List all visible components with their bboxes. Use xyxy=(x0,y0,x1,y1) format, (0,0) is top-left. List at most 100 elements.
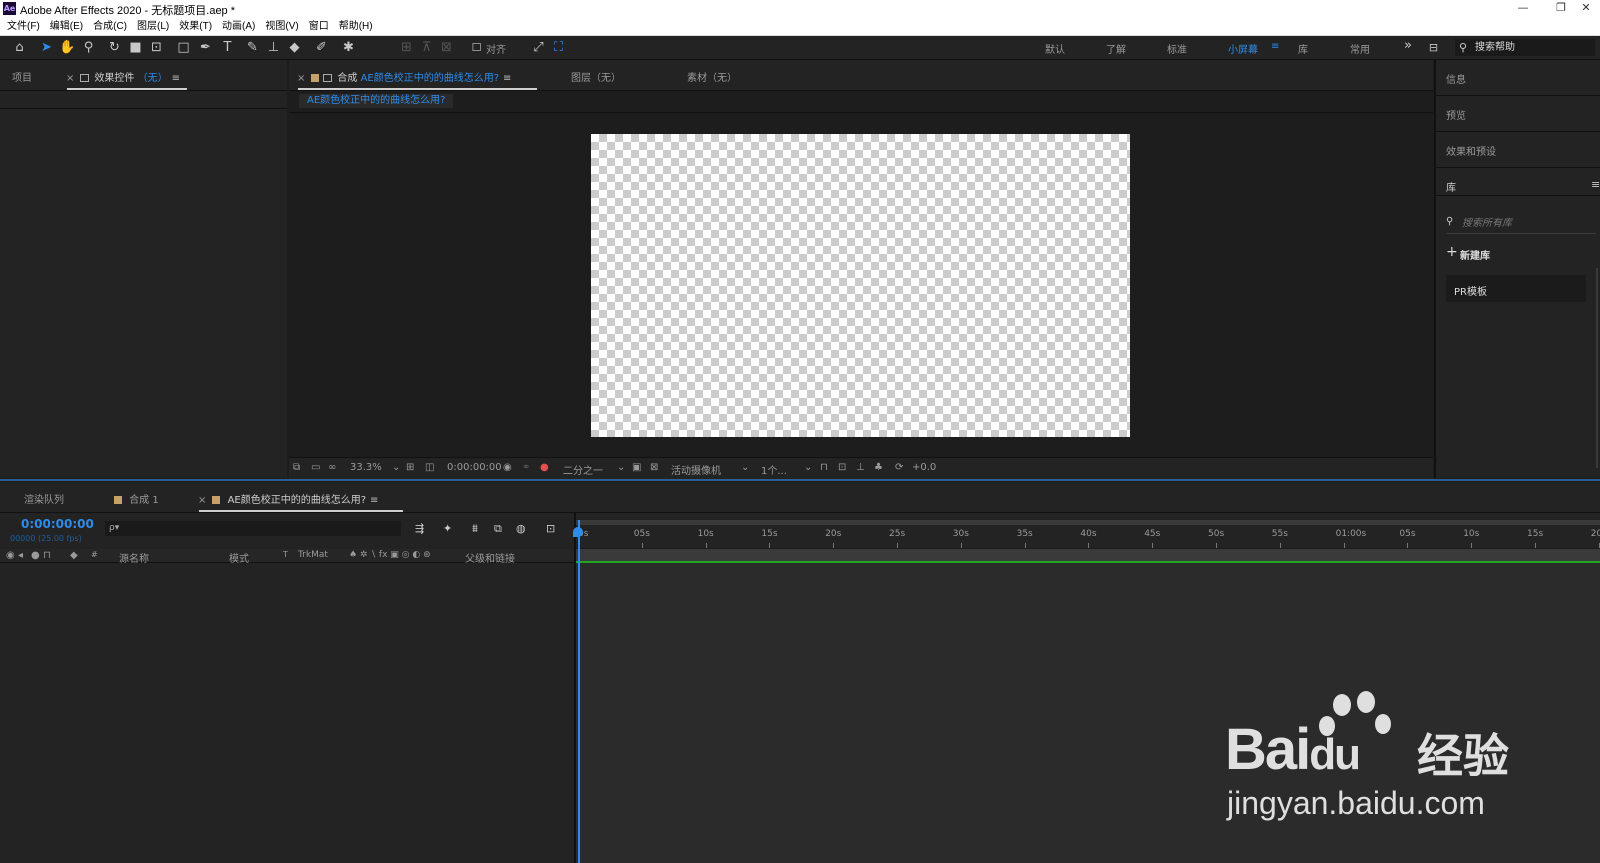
chevron-down-icon[interactable]: ⌄ xyxy=(392,462,400,473)
resolution-select[interactable]: 二分之一 xyxy=(563,462,603,477)
shy-layers-icon[interactable]: ⩩ xyxy=(472,522,478,536)
tab-effect-controls[interactable]: × 效果控件 （无） ≡ xyxy=(66,69,180,84)
layer-switches-icon[interactable]: ♠ ✲ ∖ fx ▣ ◎ ◐ ⊛ xyxy=(349,550,431,560)
video-visibility-icon[interactable]: ◉ xyxy=(6,550,15,561)
tab-layer[interactable]: 图层（无） xyxy=(571,69,621,84)
chevron-down-icon[interactable]: ⌄ xyxy=(741,462,749,473)
panel-menu-icon[interactable]: ≡ xyxy=(503,73,511,84)
label-column-icon[interactable]: ◆ xyxy=(70,550,78,561)
views-select[interactable]: 1个... xyxy=(761,462,787,477)
draft-3d-icon[interactable]: ✦ xyxy=(443,522,452,535)
fit-icon[interactable]: ⊞ xyxy=(406,462,414,473)
trkmat-header[interactable]: TrkMat xyxy=(298,550,328,560)
time-navigator-bar[interactable] xyxy=(576,520,1600,525)
channel-icon[interactable]: ● xyxy=(540,462,549,473)
work-area-bar[interactable] xyxy=(576,549,1600,563)
toggle-pixel-aspect-icon[interactable]: ⊓ xyxy=(820,462,828,473)
workspace-libraries[interactable]: 库 xyxy=(1298,41,1308,56)
workspace-standard[interactable]: 标准 xyxy=(1167,41,1187,56)
close-icon[interactable]: × xyxy=(297,73,305,84)
playhead[interactable] xyxy=(578,520,580,863)
puppet-tool-icon[interactable]: ✱ xyxy=(340,39,357,56)
menu-help[interactable]: 帮助(H) xyxy=(334,18,378,35)
close-icon[interactable]: × xyxy=(66,73,74,84)
lock-column-icon[interactable]: ⊓ xyxy=(43,550,51,561)
snap-edge-icon[interactable]: ⤢ xyxy=(530,39,547,56)
menu-layer[interactable]: 图层(L) xyxy=(132,18,174,35)
camera-select[interactable]: 活动摄像机 xyxy=(671,462,721,477)
transparency-grid-icon[interactable]: ⊠ xyxy=(650,462,658,473)
menu-animation[interactable]: 动画(A) xyxy=(217,18,260,35)
clone-stamp-tool-icon[interactable]: ⊥ xyxy=(265,39,282,56)
motion-blur-icon[interactable]: ◍ xyxy=(516,522,526,535)
tab-project[interactable]: 项目 xyxy=(12,69,32,84)
viewer-timecode[interactable]: 0:00:00:00 xyxy=(447,462,502,473)
workspace-learn[interactable]: 了解 xyxy=(1106,41,1126,56)
tab-render-queue[interactable]: 渲染队列 xyxy=(24,491,64,506)
close-icon[interactable]: × xyxy=(198,495,206,506)
minimize-button[interactable]: — xyxy=(1508,0,1538,18)
snap-checkbox[interactable]: ☐ xyxy=(468,39,485,56)
info-panel[interactable]: 信息 xyxy=(1436,60,1600,96)
tab-timeline-active[interactable]: × AE颜色校正中的的曲线怎么用? ≡ xyxy=(198,491,378,506)
workspace-small-screen[interactable]: 小屏幕 xyxy=(1228,41,1258,56)
menu-view[interactable]: 视图(V) xyxy=(260,18,303,35)
preview-panel[interactable]: 预览 xyxy=(1436,96,1600,132)
playhead-handle[interactable] xyxy=(573,527,583,537)
menu-edit[interactable]: 编辑(E) xyxy=(45,18,88,35)
close-button[interactable]: ✕ xyxy=(1572,0,1600,18)
lock-icon[interactable] xyxy=(323,74,333,82)
library-item[interactable]: PR模板 xyxy=(1446,275,1586,302)
rectangle-tool-icon[interactable]: □ xyxy=(175,39,192,56)
comp-breadcrumb[interactable]: AE颜色校正中的的曲线怎么用? xyxy=(299,94,454,108)
exposure-value[interactable]: +0.0 xyxy=(912,462,936,473)
brush-tool-icon[interactable]: ✎ xyxy=(244,39,261,56)
show-snapshot-icon[interactable]: ⚭ xyxy=(522,462,530,473)
tab-footage[interactable]: 素材（无） xyxy=(687,69,737,84)
snap-feature-icon[interactable]: ⛶ xyxy=(550,39,567,56)
roto-brush-tool-icon[interactable]: ✐ xyxy=(313,39,330,56)
search-help-toggle-icon[interactable]: ⊟ xyxy=(1425,39,1442,56)
lock-icon[interactable] xyxy=(80,74,90,82)
menu-composition[interactable]: 合成(C) xyxy=(88,18,132,35)
panel-menu-icon[interactable]: ≡ xyxy=(1591,178,1600,191)
new-library-button[interactable]: 新建库 xyxy=(1460,247,1490,262)
pen-tool-icon[interactable]: ✒ xyxy=(197,39,214,56)
chevron-down-icon[interactable]: ⌄ xyxy=(617,462,625,473)
menu-window[interactable]: 窗口 xyxy=(304,18,334,35)
library-search-input[interactable]: 搜索所有库 xyxy=(1462,214,1592,229)
home-icon[interactable]: ⌂ xyxy=(11,39,28,56)
layer-list[interactable] xyxy=(0,563,574,863)
pan-behind-tool-icon[interactable]: ⊡ xyxy=(148,39,165,56)
graph-editor-icon[interactable]: ⊡ xyxy=(546,522,555,535)
camera-tool-icon[interactable]: ■ xyxy=(127,39,144,56)
menu-file[interactable]: 文件(F) xyxy=(2,18,45,35)
scrollbar[interactable] xyxy=(1596,268,1598,468)
hand-tool-icon[interactable]: ✋ xyxy=(59,39,76,56)
safe-margins-icon[interactable]: ◫ xyxy=(425,462,434,473)
zoom-select[interactable]: 33.3% xyxy=(350,462,382,473)
selection-tool-icon[interactable]: ➤ xyxy=(38,39,55,56)
reset-exposure-icon[interactable]: ⟳ xyxy=(895,462,903,473)
plus-icon[interactable]: + xyxy=(1446,245,1458,259)
region-of-interest-icon[interactable]: ▣ xyxy=(632,462,641,473)
workspace-default[interactable]: 默认 xyxy=(1045,41,1065,56)
tab-composition[interactable]: × 合成 AE颜色校正中的的曲线怎么用? ≡ xyxy=(297,69,511,84)
more-workspaces-icon[interactable]: » xyxy=(1404,38,1412,53)
text-tool-icon[interactable]: T xyxy=(219,39,236,56)
flowchart-icon[interactable]: ♣ xyxy=(874,462,883,473)
workspace-menu-icon[interactable]: ≡ xyxy=(1271,41,1279,52)
eraser-tool-icon[interactable]: ◆ xyxy=(286,39,303,56)
menu-effect[interactable]: 效果(T) xyxy=(174,18,217,35)
solo-icon[interactable]: ● xyxy=(31,550,40,561)
rotate-tool-icon[interactable]: ↻ xyxy=(106,39,123,56)
workspace-common[interactable]: 常用 xyxy=(1350,41,1370,56)
layer-search-input[interactable]: ρ▾ xyxy=(105,521,401,536)
panel-menu-icon[interactable]: ≡ xyxy=(172,73,180,84)
composition-canvas[interactable] xyxy=(591,134,1130,437)
audio-icon[interactable]: ◂ xyxy=(18,550,23,561)
tab-comp1[interactable]: 合成 1 xyxy=(114,491,159,506)
effects-presets-panel[interactable]: 效果和预设 xyxy=(1436,132,1600,168)
zoom-tool-icon[interactable]: ⚲ xyxy=(80,39,97,56)
composition-mini-flowchart-icon[interactable]: ⇶ xyxy=(415,522,424,535)
